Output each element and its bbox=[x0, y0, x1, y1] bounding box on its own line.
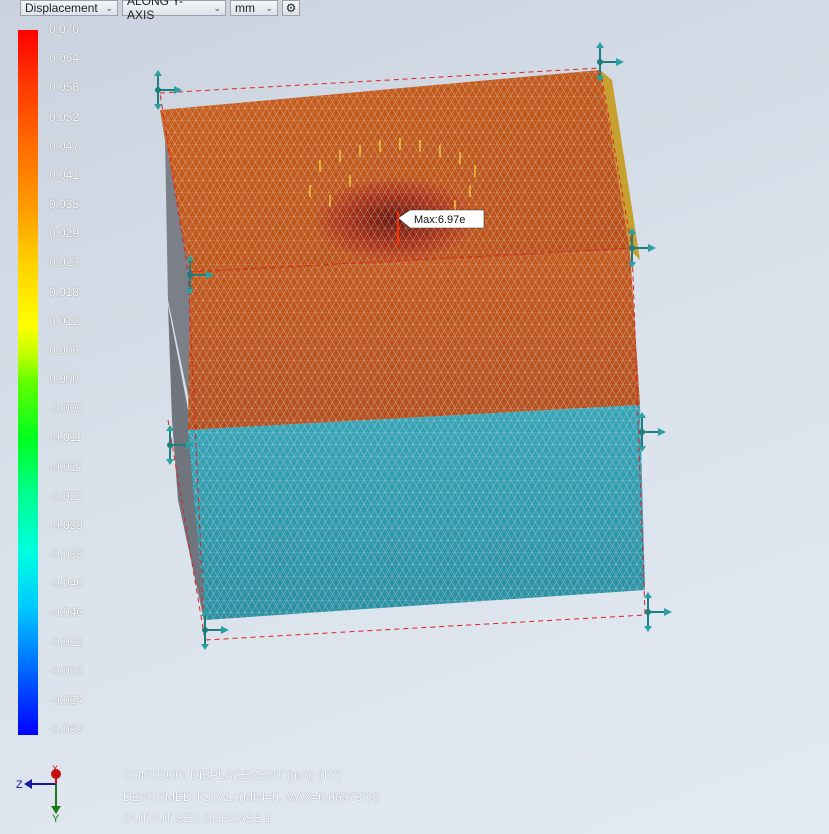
constraint-symbol bbox=[628, 228, 656, 268]
model-viewport[interactable]: Max:6.97e bbox=[0, 0, 829, 834]
contour-info: CONTOUR: DISPLACEMENT (mm) (TY) bbox=[123, 768, 342, 782]
max-marker-label: Max:6.97e bbox=[414, 214, 465, 226]
constraint-symbol bbox=[638, 412, 666, 452]
constraint-symbol bbox=[596, 42, 624, 82]
max-marker: Max:6.97e bbox=[397, 209, 485, 229]
deformed-info: DEFORMED TOTAL: (MIN=0, MAX=0.0697375) bbox=[123, 790, 380, 804]
y-axis-label: Y bbox=[52, 813, 60, 824]
output-set-info: OUTPUT SET: SUBCASE 1 bbox=[123, 811, 272, 825]
axis-triad: Z Y X bbox=[16, 764, 61, 824]
constraint-symbol bbox=[154, 70, 182, 110]
z-axis-label: Z bbox=[16, 779, 23, 791]
constraint-symbol bbox=[644, 592, 672, 632]
x-axis-label: X bbox=[52, 764, 58, 774]
